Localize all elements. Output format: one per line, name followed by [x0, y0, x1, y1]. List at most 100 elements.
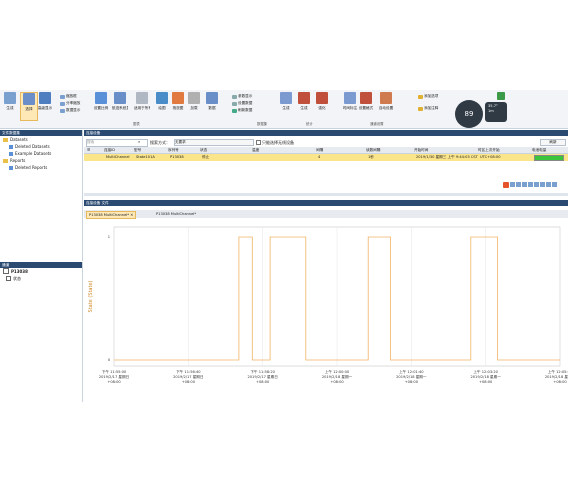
- column-header[interactable]: 序列号: [168, 148, 179, 153]
- x-tick-label: 下午 11:55:00: [102, 369, 127, 374]
- punct-icon[interactable]: [516, 182, 521, 187]
- keyboard-icon[interactable]: [534, 182, 539, 187]
- ribbon-button[interactable]: 拖放图: [170, 92, 186, 119]
- ribbon-button[interactable]: 绘图: [154, 92, 170, 119]
- ribbon-small-4[interactable]: 设置数据: [232, 101, 252, 106]
- column-header[interactable]: 状态: [200, 148, 207, 153]
- ribbon-button-label: 航迹系统显示: [112, 106, 128, 110]
- column-header[interactable]: 电池电量: [532, 148, 546, 153]
- tree-item[interactable]: Deleted Reports: [3, 164, 82, 171]
- ribbon-small-6[interactable]: 添加选项: [418, 94, 438, 99]
- status-widget: 35.7° 1m: [485, 102, 507, 122]
- search-mode-select[interactable]: 无要求: [174, 139, 254, 146]
- chart-panel-header: 连接设备 文件: [84, 200, 568, 206]
- device-table: ☰ 连接ID 型号 序列号 状态 温度 间隔 读数间隔 开始时间 时区上次开始 电池电量 Multi…: [84, 147, 568, 161]
- ribbon-button[interactable]: 设置格式: [358, 92, 374, 119]
- table-cell: 1秒: [368, 155, 374, 159]
- ribbon-small-3[interactable]: 参数显示: [232, 94, 252, 99]
- folder-icon: [3, 138, 8, 142]
- tree-item-label: Deleted Reports: [15, 165, 48, 170]
- column-header[interactable]: 连接ID: [104, 148, 115, 153]
- tree-item[interactable]: Datasets: [3, 136, 82, 143]
- emoji-icon[interactable]: [522, 182, 527, 187]
- ribbon-button[interactable]: 自动设置: [378, 92, 394, 119]
- column-header[interactable]: 型号: [134, 148, 141, 153]
- y-tick-label: 1: [108, 235, 110, 239]
- green-app-icon[interactable]: [497, 92, 505, 100]
- column-header[interactable]: 间隔: [316, 148, 323, 153]
- ribbon-button-label: 绘图: [158, 106, 166, 110]
- channel-item-row[interactable]: 状态: [3, 275, 82, 282]
- tree-item[interactable]: Example Datasets: [3, 150, 82, 157]
- user-icon[interactable]: [540, 182, 545, 187]
- ribbon-button-label: 选择: [25, 107, 33, 111]
- mic-icon[interactable]: [528, 182, 533, 187]
- state-chart: 下午 11:55:00 2019/2/17 星期日 +08:00 下午 11:56:4…: [84, 219, 568, 402]
- app-tray-icon[interactable]: [503, 182, 509, 188]
- column-header[interactable]: 温度: [252, 148, 259, 153]
- ribbon-button[interactable]: 时间标注: [342, 92, 358, 119]
- channel-device-row[interactable]: P13038: [3, 268, 82, 275]
- tree-item[interactable]: Reports: [3, 157, 82, 164]
- dataset-icon: [9, 152, 13, 156]
- column-header[interactable]: 时区上次开始: [478, 148, 500, 153]
- checkbox-icon[interactable]: [3, 268, 9, 274]
- ribbon-button-icon: [39, 92, 51, 104]
- ribbon-small-5[interactable]: 刷新数据: [232, 108, 252, 113]
- gauge-value: 89: [464, 110, 474, 118]
- horizontal-scrollbar[interactable]: [84, 193, 568, 196]
- wireless-only-label: 只能选择无线设备: [262, 140, 294, 145]
- ribbon-small-1[interactable]: 分率缩放: [60, 101, 80, 106]
- tab-chart-1[interactable]: P13038 MultiChannel* ✕: [86, 211, 137, 219]
- ribbon-button-label: 设置格式: [358, 106, 374, 110]
- ribbon-button[interactable]: 强化: [314, 92, 330, 119]
- dataset-icon: [9, 166, 13, 170]
- ribbon-button[interactable]: 生成: [2, 92, 18, 119]
- ribbon-button-icon: [188, 92, 200, 104]
- chart-tabs: P13038 MultiChannel* ✕ P13038 MultiChann…: [84, 210, 568, 219]
- column-header[interactable]: 读数间隔: [366, 148, 380, 153]
- ribbon-small-label: 数据显示: [66, 108, 81, 112]
- ribbon-small-2[interactable]: 数据显示: [60, 108, 80, 113]
- columns-menu-icon[interactable]: ☰: [87, 148, 90, 152]
- column-header[interactable]: 开始时间: [414, 148, 428, 153]
- table-row[interactable]: MultiChannel State101A P13038 停止 4 1秒 2019/1/3…: [84, 154, 568, 161]
- ribbon-small-label: 参数显示: [238, 94, 253, 98]
- ribbon-button[interactable]: 数据: [204, 92, 220, 119]
- ribbon-small-label: 刷新数据: [238, 108, 253, 112]
- ribbon-small-0[interactable]: 缩放框: [60, 94, 77, 99]
- level-gauge: 89: [455, 100, 483, 128]
- ribbon-button[interactable]: 生成: [278, 92, 294, 119]
- ribbon-button[interactable]: 生成: [296, 92, 312, 119]
- tree-item[interactable]: Deleted Datasets: [3, 143, 82, 150]
- x-tick-label: 下午 11:56:40: [176, 369, 201, 374]
- checkbox-icon[interactable]: [6, 276, 11, 281]
- table-cell: UTC+08:00: [480, 155, 501, 159]
- refresh-label: 刷新: [549, 140, 557, 144]
- ribbon-button-icon: [4, 92, 16, 104]
- battery-bar: [534, 155, 564, 161]
- ribbon-button-label: 自动设置: [378, 106, 394, 110]
- channel-tree: P13038 状态: [0, 268, 82, 282]
- ribbon-button[interactable]: 适用于所有通道: [134, 92, 150, 119]
- lang-icon[interactable]: [510, 182, 515, 187]
- shirt-icon[interactable]: [546, 182, 551, 187]
- ribbon-small-7[interactable]: 添加注释: [418, 106, 438, 111]
- ribbon-button[interactable]: 设置比例: [93, 92, 109, 119]
- x-tick-label: 2019/2/18 星期一: [470, 374, 501, 379]
- tab-chart-2[interactable]: P13038 MultiChannel*: [154, 211, 198, 217]
- refresh-button[interactable]: 刷新: [540, 139, 566, 146]
- ribbon-button[interactable]: 高级显示: [37, 92, 53, 119]
- y-tick-label: 0: [108, 358, 111, 362]
- ribbon-button-icon: [380, 92, 392, 104]
- ribbon-button[interactable]: 选择: [20, 92, 38, 121]
- ribbon-button[interactable]: 加载: [186, 92, 202, 119]
- group-label-chart: 图表: [133, 122, 140, 126]
- search-icon[interactable]: ⌕: [138, 139, 140, 144]
- grid-icon[interactable]: [552, 182, 557, 187]
- ribbon-small-label: 缩放框: [66, 94, 77, 98]
- ribbon-button[interactable]: 航迹系统显示: [112, 92, 128, 119]
- wireless-only-checkbox[interactable]: [256, 140, 261, 145]
- tree-item-label: Datasets: [10, 137, 28, 142]
- x-tick-label: 2019/2/18 星期一: [545, 374, 568, 379]
